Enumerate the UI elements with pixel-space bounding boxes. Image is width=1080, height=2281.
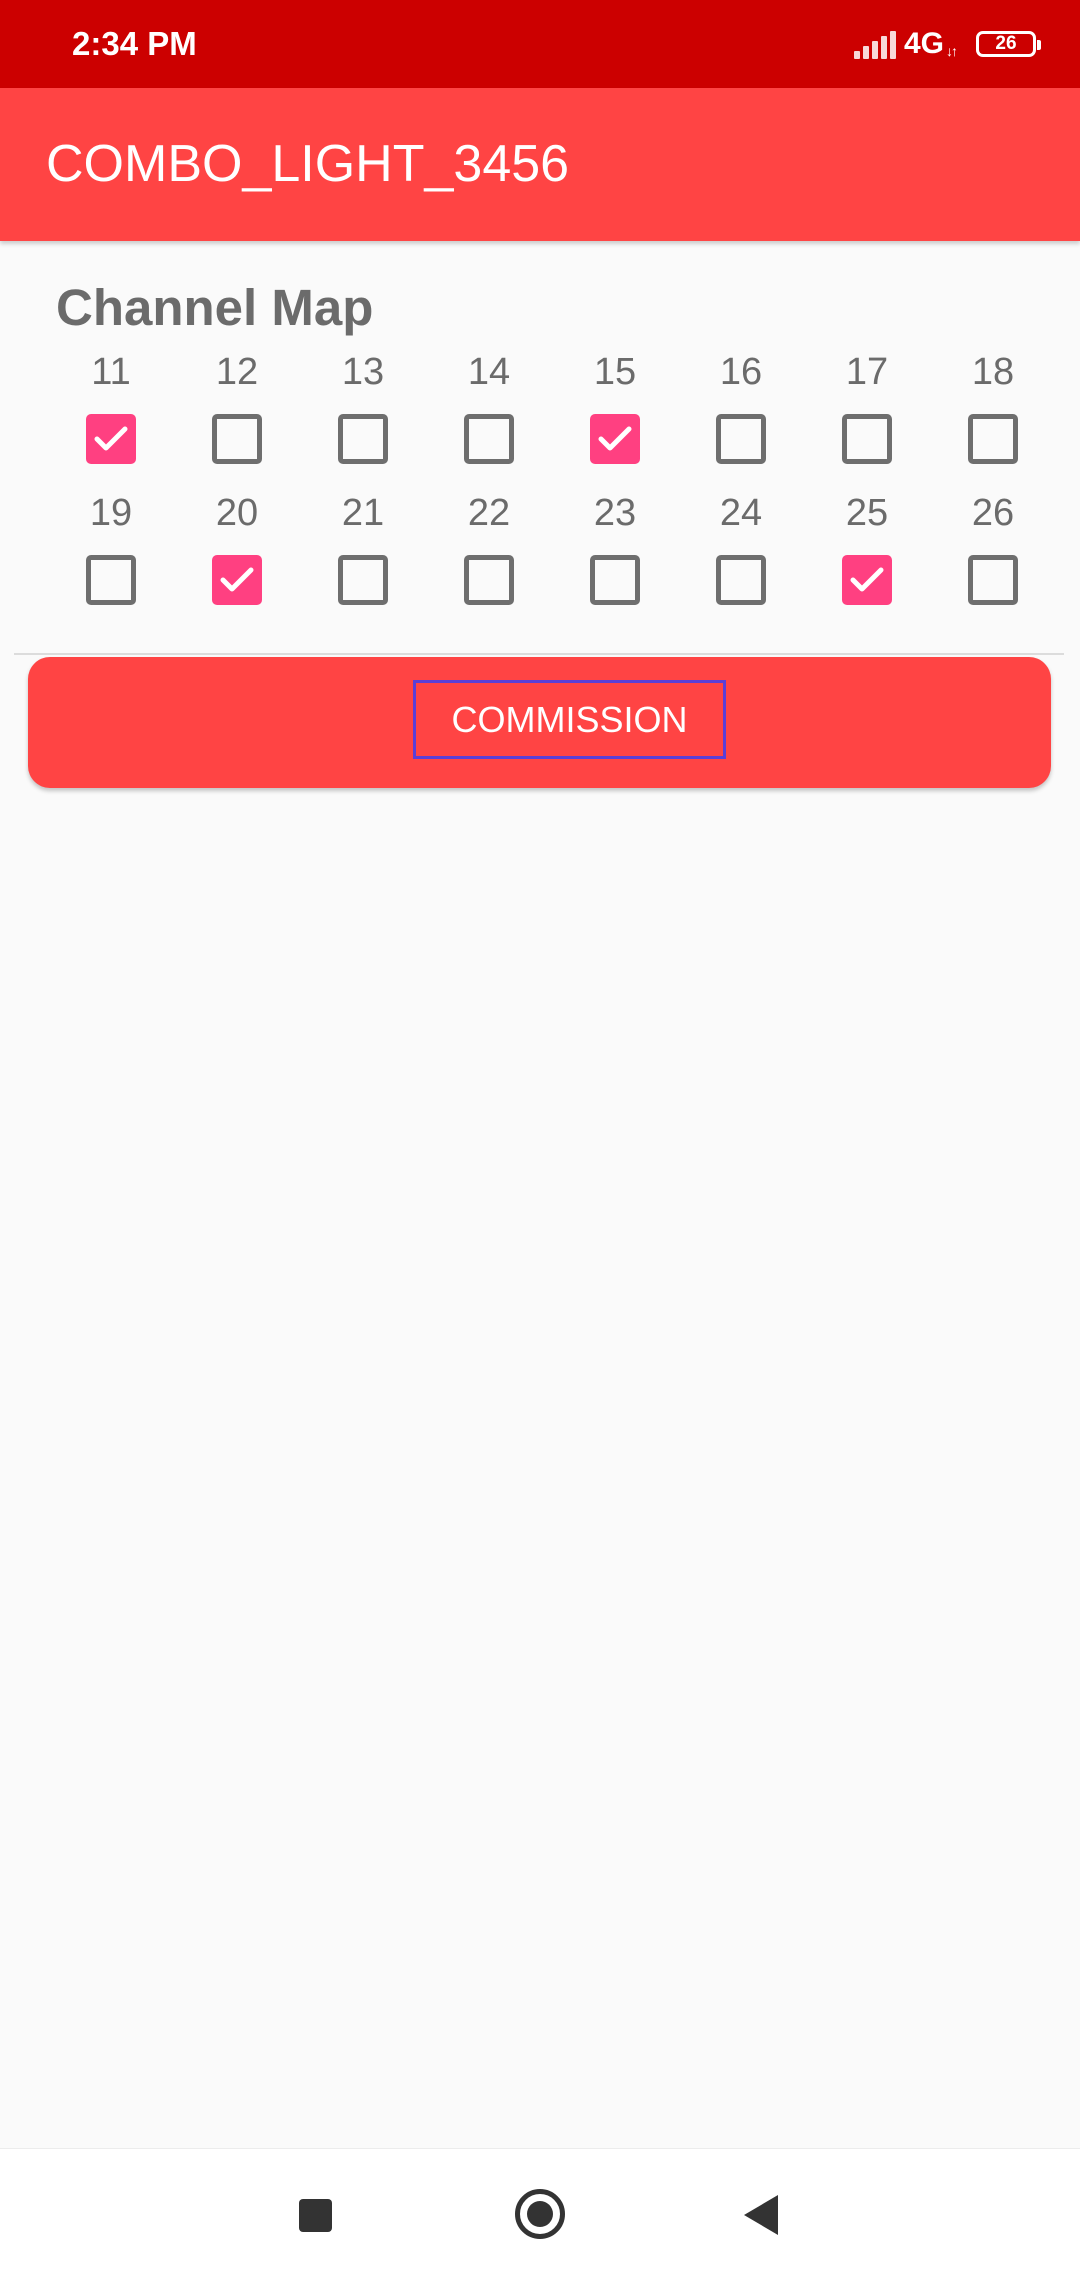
channel-checkbox[interactable] (842, 414, 892, 464)
check-icon (850, 567, 884, 592)
channel-number-label: 11 (91, 351, 131, 393)
channel-checkbox[interactable] (590, 555, 640, 605)
channel-checkbox[interactable] (968, 414, 1018, 464)
channel-checkbox[interactable] (212, 414, 262, 464)
status-time: 2:34 PM (72, 25, 197, 62)
channel-checkbox[interactable] (590, 414, 640, 464)
channel-number-label: 21 (341, 492, 385, 534)
channel-number-label: 20 (215, 492, 259, 534)
channel-item: 19 (48, 483, 174, 624)
channel-checkbox[interactable] (338, 555, 388, 605)
channel-item: 16 (678, 342, 804, 483)
status-bar: 2:34 PM 4G ↓↑ 26 (0, 0, 1080, 88)
channel-item: 13 (300, 342, 426, 483)
status-icons: 4G ↓↑ 26 (853, 22, 1041, 66)
channel-item: 21 (300, 483, 426, 624)
battery-level: 26 (995, 33, 1017, 54)
channel-item: 22 (426, 483, 552, 624)
channel-number-label: 12 (215, 351, 259, 393)
channel-checkbox[interactable] (464, 414, 514, 464)
channel-checkbox[interactable] (842, 555, 892, 605)
channel-item: 18 (930, 342, 1056, 483)
channel-number-label: 13 (341, 351, 385, 393)
app-title: COMBO_LIGHT_3456 (46, 135, 570, 193)
divider (14, 653, 1064, 655)
channel-number-label: 14 (467, 351, 511, 393)
channel-item: 12 (174, 342, 300, 483)
channel-checkbox[interactable] (86, 414, 136, 464)
signal-icon (853, 29, 896, 59)
channel-map-grid: 11 12 13 14 15 16 17 18 19 20 21 22 23 24 25 26 (48, 342, 1056, 624)
channel-number-label: 15 (593, 351, 637, 393)
channel-item: 11 (48, 342, 174, 483)
channel-number-label: 19 (89, 492, 133, 534)
commission-button-label: COMMISSION (413, 680, 726, 759)
channel-checkbox[interactable] (464, 555, 514, 605)
channel-checkbox[interactable] (716, 414, 766, 464)
channel-checkbox[interactable] (968, 555, 1018, 605)
channel-checkbox[interactable] (338, 414, 388, 464)
channel-number-label: 25 (845, 492, 889, 534)
channel-item: 26 (930, 483, 1056, 624)
channel-map-title: Channel Map (56, 279, 374, 336)
channel-number-label: 26 (971, 492, 1015, 534)
channel-item: 23 (552, 483, 678, 624)
back-icon[interactable] (744, 2195, 778, 2235)
channel-item: 14 (426, 342, 552, 483)
channel-number-label: 16 (719, 351, 763, 393)
check-icon (598, 426, 632, 451)
channel-number-label: 23 (593, 492, 637, 534)
app-bar: COMBO_LIGHT_3456 (0, 88, 1080, 241)
channel-number-label: 24 (719, 492, 763, 534)
channel-item: 15 (552, 342, 678, 483)
channel-item: 20 (174, 483, 300, 624)
data-activity-icon: ↓↑ (946, 43, 958, 59)
channel-number-label: 17 (845, 351, 889, 393)
home-icon[interactable] (515, 2189, 565, 2239)
channel-item: 24 (678, 483, 804, 624)
channel-number-label: 22 (467, 492, 511, 534)
network-type-label: 4G (903, 27, 944, 60)
channel-item: 17 (804, 342, 930, 483)
channel-checkbox[interactable] (716, 555, 766, 605)
channel-checkbox[interactable] (212, 555, 262, 605)
navigation-bar (0, 2148, 1080, 2281)
channel-number-label: 18 (971, 351, 1015, 393)
check-icon (94, 426, 128, 451)
recents-icon[interactable] (299, 2199, 332, 2232)
check-icon (220, 567, 254, 592)
commission-button[interactable]: COMMISSION (28, 657, 1051, 788)
battery-icon: 26 (976, 31, 1041, 57)
channel-item: 25 (804, 483, 930, 624)
channel-checkbox[interactable] (86, 555, 136, 605)
